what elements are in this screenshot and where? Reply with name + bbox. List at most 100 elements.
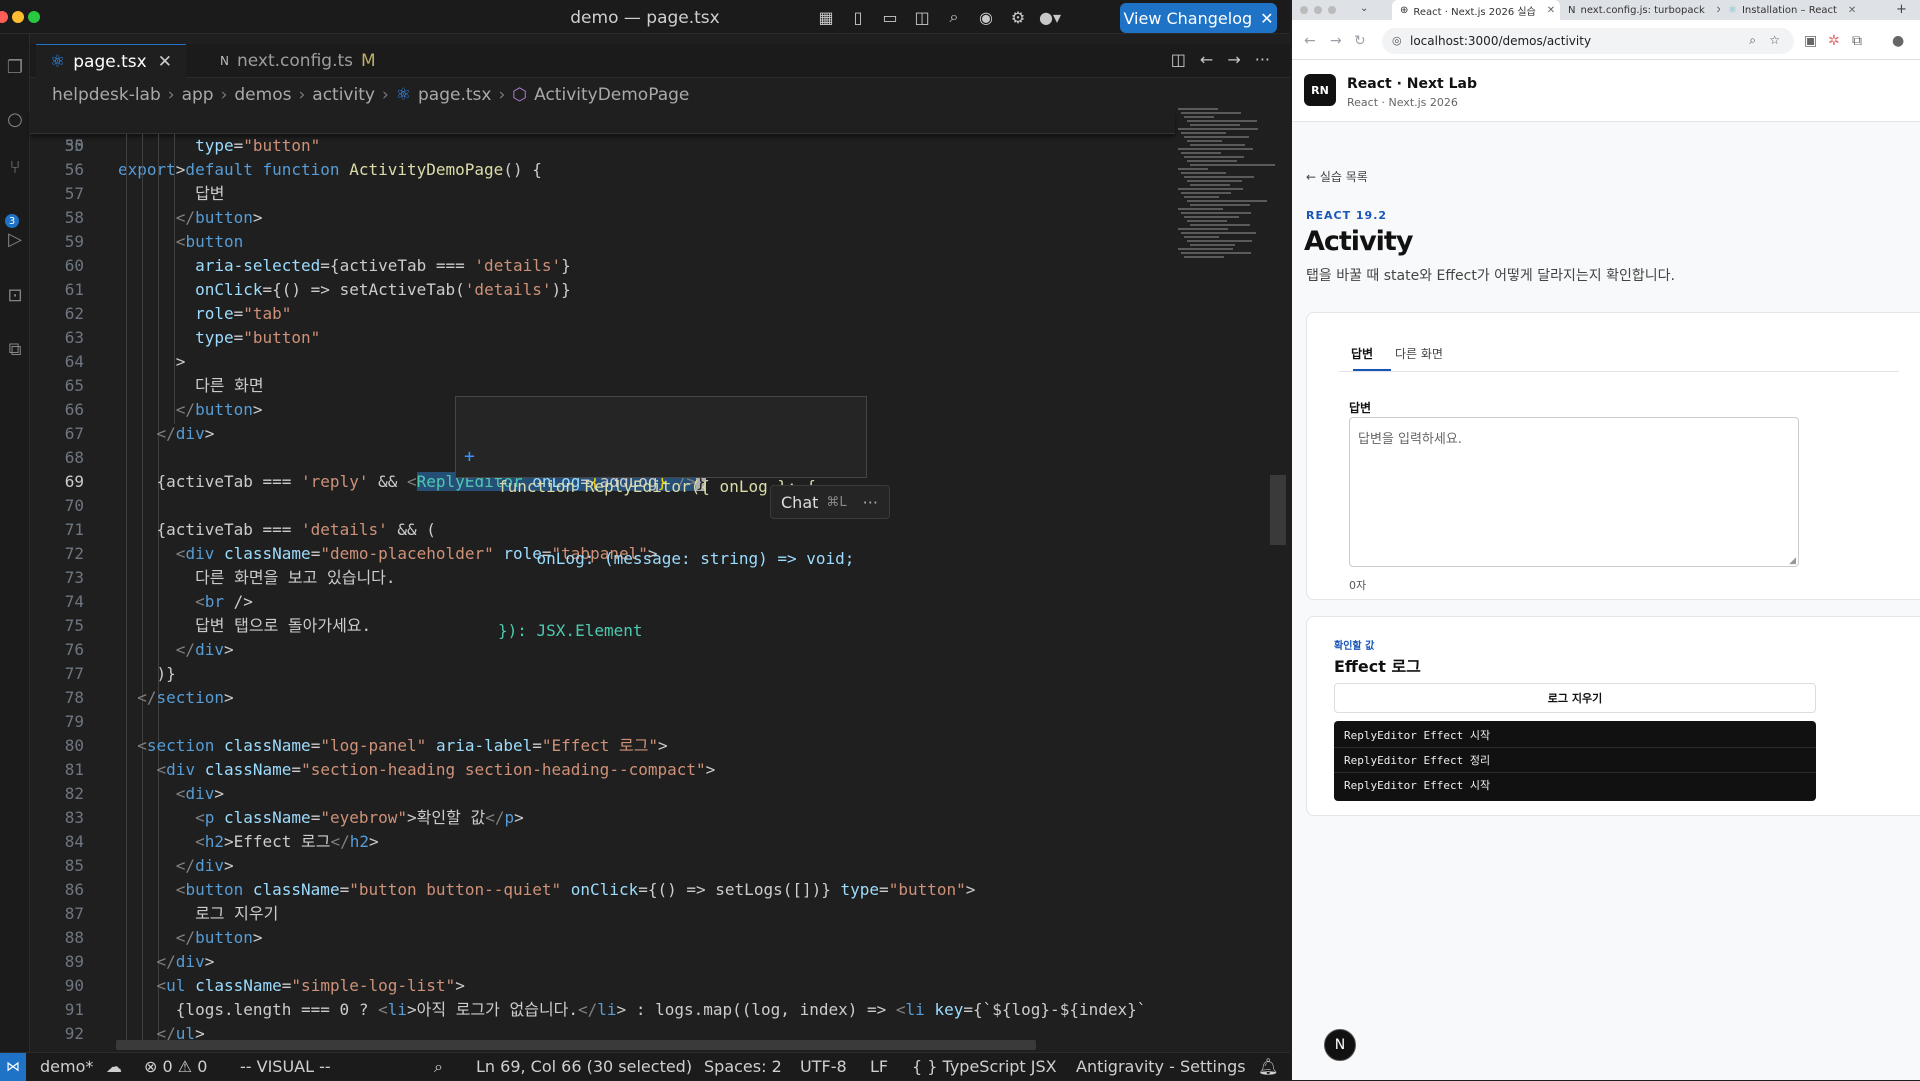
bookmark-star-icon[interactable]: ☆ xyxy=(1769,33,1780,47)
zoom-icon[interactable]: ⌕ xyxy=(434,1057,443,1077)
close-tab-icon[interactable]: ✕ xyxy=(1848,5,1856,16)
code-line[interactable]: 83 <p className="eyebrow">확인할 값</p> xyxy=(30,806,1175,830)
code-line[interactable]: 61 onClick={() => setActiveTab('details'… xyxy=(30,278,1175,302)
tab-page-tsx[interactable]: ⚛ page.tsx ✕ xyxy=(36,44,186,78)
code-line[interactable]: 63 type="button" xyxy=(30,326,1175,350)
gear-icon[interactable]: ⚙ xyxy=(1007,6,1029,28)
code-line[interactable]: 90 <ul className="simple-log-list"> xyxy=(30,974,1175,998)
settings-status[interactable]: Antigravity - Settings xyxy=(1076,1057,1246,1076)
account-icon[interactable]: ●▾ xyxy=(1039,6,1061,28)
search-icon[interactable]: ⌕ xyxy=(943,6,965,28)
code-line[interactable]: 59 <button xyxy=(30,230,1175,254)
code-line[interactable]: 80 <section className="log-panel" aria-l… xyxy=(30,734,1175,758)
indentation-status[interactable]: Spaces: 2 xyxy=(704,1057,782,1076)
site-logo[interactable]: RN xyxy=(1304,74,1336,106)
encoding-status[interactable]: UTF-8 xyxy=(800,1057,847,1076)
back-icon[interactable]: ← xyxy=(1304,33,1316,49)
tab-next-config[interactable]: N next.config.ts M xyxy=(206,44,390,78)
toggle-secondary-sidebar-icon[interactable]: ◫ xyxy=(911,6,933,28)
brand-title[interactable]: React · Next Lab xyxy=(1347,76,1477,92)
extension-icon[interactable]: ▣ xyxy=(1804,33,1817,49)
remote-indicator-icon[interactable]: ⋈ xyxy=(0,1053,26,1081)
problems-status[interactable]: ⊗ 0 ⚠ 0 xyxy=(144,1057,207,1076)
clear-logs-button[interactable]: 로그 지우기 xyxy=(1334,683,1816,713)
code-line[interactable]: 81 <div className="section-heading secti… xyxy=(30,758,1175,782)
breadcrumb-item[interactable]: app xyxy=(182,85,214,105)
code-line[interactable]: 65 다른 화면 xyxy=(30,374,1175,398)
bell-icon[interactable]: 🔔︎ xyxy=(1258,1057,1278,1076)
reload-icon[interactable]: ↻ xyxy=(1354,33,1366,49)
browser-tab-active[interactable]: ⊕ React · Next.js 2026 실습 ✕ xyxy=(1392,0,1560,20)
reply-textarea[interactable]: 답변을 입력하세요. ◢ xyxy=(1349,417,1799,567)
vertical-scrollbar[interactable] xyxy=(1270,475,1286,545)
code-line[interactable]: 64 > xyxy=(30,350,1175,374)
add-icon[interactable]: + xyxy=(464,445,475,469)
breadcrumb-item[interactable]: page.tsx xyxy=(418,85,491,105)
toggle-sidebar-icon[interactable]: ▯ xyxy=(847,6,869,28)
new-tab-icon[interactable]: + xyxy=(1896,2,1907,17)
view-changelog-button[interactable]: View Changelog ✕ xyxy=(1120,3,1277,33)
cursor-position-status[interactable]: Ln 69, Col 66 (30 selected) xyxy=(476,1057,692,1076)
chat-label[interactable]: Chat xyxy=(781,493,818,512)
sticky-scroll-header[interactable]: 30 export default function ActivityDemoP… xyxy=(30,110,1175,179)
code-line[interactable]: 87 로그 지우기 xyxy=(30,902,1175,926)
code-line[interactable]: 62 role="tab" xyxy=(30,302,1175,326)
extensions-icon[interactable]: ⧉ xyxy=(0,334,30,364)
back-to-list-link[interactable]: ← 실습 목록 xyxy=(1306,168,1368,185)
code-line[interactable]: 86 <button className="button button--qui… xyxy=(30,878,1175,902)
code-line[interactable]: 91 {logs.length === 0 ? <li>아직 로그가 없습니다.… xyxy=(30,998,1175,1022)
code-line[interactable]: 57 답변 xyxy=(30,182,1175,206)
code-line[interactable]: 89 </div> xyxy=(30,950,1175,974)
eol-status[interactable]: LF xyxy=(870,1057,888,1076)
more-actions-icon[interactable]: ··· xyxy=(1255,50,1270,69)
close-tab-icon[interactable]: ✕ xyxy=(1547,5,1555,16)
react-devtools-icon[interactable]: ✲ xyxy=(1828,33,1840,49)
layout-icon[interactable]: ▦ xyxy=(815,6,837,28)
breadcrumb-item[interactable]: activity xyxy=(312,85,375,105)
split-editor-icon[interactable]: ◫ xyxy=(1171,50,1186,69)
profile-icon[interactable]: ● xyxy=(1892,33,1904,49)
more-icon[interactable]: ··· xyxy=(863,493,878,512)
explorer-icon[interactable]: ❐ xyxy=(0,52,30,82)
nextjs-dev-indicator-button[interactable]: N xyxy=(1324,1029,1356,1061)
code-line[interactable]: 60 aria-selected={activeTab === 'details… xyxy=(30,254,1175,278)
search-view-icon[interactable]: ○ xyxy=(0,104,30,134)
breadcrumb-item[interactable]: helpdesk-lab xyxy=(52,85,161,105)
code-line[interactable]: 79 xyxy=(30,710,1175,734)
site-info-icon[interactable]: ◎ xyxy=(1392,34,1402,47)
extensions-puzzle-icon[interactable]: ⧉ xyxy=(1852,33,1862,49)
sync-icon[interactable]: ☁ xyxy=(106,1057,122,1076)
code-line[interactable]: 85 </div> xyxy=(30,854,1175,878)
forward-icon[interactable]: → xyxy=(1330,33,1342,49)
tab-reply[interactable]: 답변 xyxy=(1351,345,1373,362)
tab-details[interactable]: 다른 화면 xyxy=(1395,345,1443,362)
horizontal-scrollbar[interactable] xyxy=(116,1040,1036,1050)
close-tab-icon[interactable]: ✕ xyxy=(158,52,172,72)
code-line[interactable]: 84 <h2>Effect 로그</h2> xyxy=(30,830,1175,854)
minimap[interactable] xyxy=(1178,108,1275,268)
browser-tab[interactable]: ⚛ Installation – React ✕ xyxy=(1720,0,1880,20)
code-line[interactable]: 88 </button> xyxy=(30,926,1175,950)
code-line[interactable]: 82 <div> xyxy=(30,782,1175,806)
chat-popup[interactable]: Chat ⌘L ··· xyxy=(770,485,890,519)
go-forward-icon[interactable]: → xyxy=(1227,50,1240,69)
url-input[interactable]: ◎ localhost:3000/demos/activity ⌕ ☆ xyxy=(1382,28,1794,54)
close-window-button[interactable] xyxy=(1300,6,1308,14)
zoom-window-button[interactable] xyxy=(1328,6,1336,14)
browser-tab[interactable]: N next.config.js: turbopack ✕ xyxy=(1560,0,1720,20)
run-debug-icon[interactable]: ▷ xyxy=(0,224,30,254)
breadcrumb-item[interactable]: ActivityDemoPage xyxy=(534,85,689,105)
close-icon[interactable]: ✕ xyxy=(1260,9,1273,28)
chrome-icon[interactable]: ◉ xyxy=(975,6,997,28)
remote-explorer-icon[interactable]: ⊡ xyxy=(0,280,30,310)
resize-handle-icon[interactable]: ◢ xyxy=(1789,556,1796,566)
branch-status[interactable]: demo* xyxy=(40,1057,93,1076)
source-control-icon[interactable]: ⑂ xyxy=(0,152,30,182)
code-line[interactable]: 56 > xyxy=(30,158,1175,182)
minimize-window-button[interactable] xyxy=(1314,6,1322,14)
language-status[interactable]: { } TypeScript JSX xyxy=(912,1057,1057,1076)
breadcrumb-item[interactable]: demos xyxy=(234,85,291,105)
tab-search-icon[interactable]: ⌄ xyxy=(1360,3,1368,14)
toggle-panel-icon[interactable]: ▭ xyxy=(879,6,901,28)
code-line[interactable]: 58 </button> xyxy=(30,206,1175,230)
